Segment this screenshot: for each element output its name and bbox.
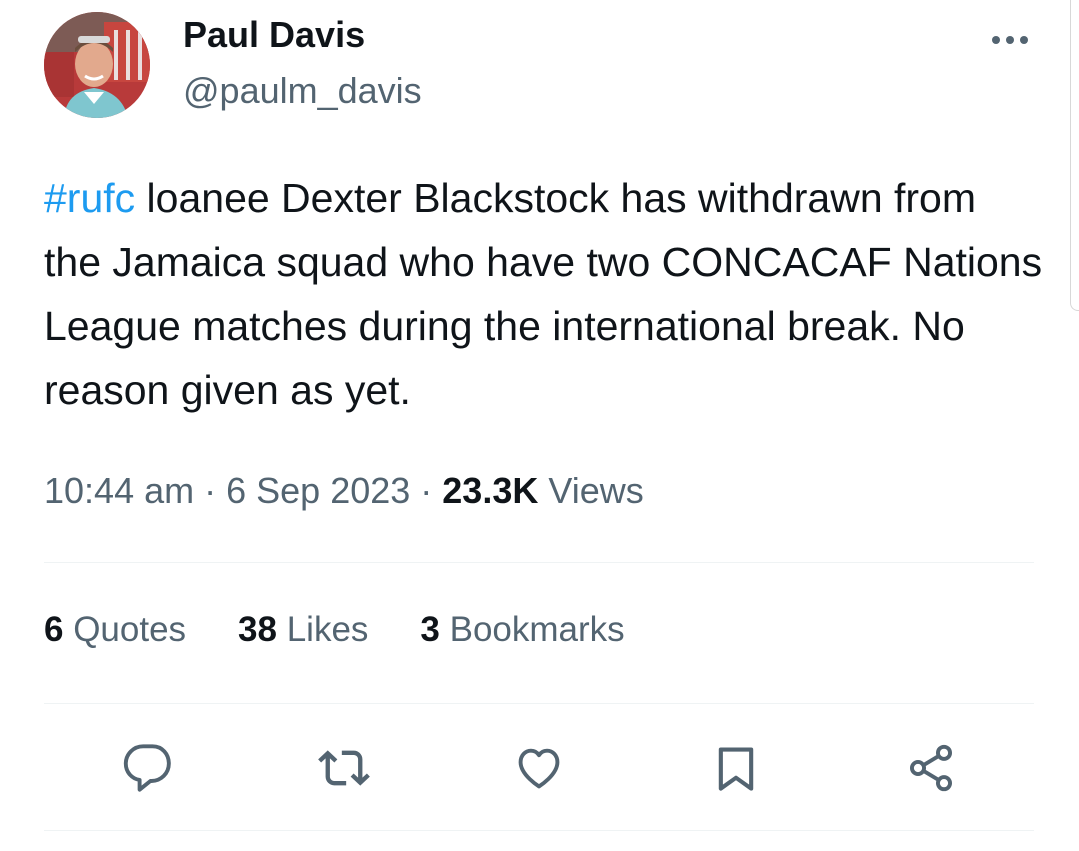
likes-label: Likes xyxy=(276,610,369,649)
tweet-card: Paul Davis @paulm_davis #rufc loanee Dex… xyxy=(0,0,1079,851)
quotes-count: 6 xyxy=(44,610,64,649)
likes-stat[interactable]: 38 Likes xyxy=(238,610,368,650)
quotes-label: Quotes xyxy=(63,610,187,649)
like-icon xyxy=(518,748,560,789)
avatar[interactable] xyxy=(44,12,150,118)
views-label: Views xyxy=(538,470,644,511)
bookmarks-stat[interactable]: 3 Bookmarks xyxy=(420,610,624,650)
retweet-icon xyxy=(318,750,370,786)
reply-button[interactable] xyxy=(120,740,176,796)
engagement-stats: 6 Quotes 38 Likes 3 Bookmarks xyxy=(44,610,677,650)
tweet-body: loanee Dexter Blackstock has withdrawn f… xyxy=(44,175,1043,413)
likes-count: 38 xyxy=(238,610,277,649)
tweet-date[interactable]: 6 Sep 2023 xyxy=(226,470,410,511)
action-bar xyxy=(0,740,1079,796)
author-handle[interactable]: @paulm_davis xyxy=(183,70,422,112)
views-count: 23.3K xyxy=(442,470,539,511)
divider xyxy=(44,830,1034,831)
share-icon xyxy=(909,744,953,792)
avatar-image xyxy=(44,12,150,118)
scrollbar[interactable] xyxy=(1070,0,1079,311)
tweet-text: #rufc loanee Dexter Blackstock has withd… xyxy=(44,166,1044,422)
bookmarks-count: 3 xyxy=(420,610,440,649)
like-button[interactable] xyxy=(511,740,567,796)
divider xyxy=(44,703,1034,704)
tweet-time[interactable]: 10:44 am xyxy=(44,470,194,511)
divider xyxy=(44,562,1034,563)
reply-icon xyxy=(123,744,171,792)
meta-separator: · xyxy=(194,470,227,511)
retweet-button[interactable] xyxy=(316,740,372,796)
bookmark-icon xyxy=(718,747,754,791)
author-display-name[interactable]: Paul Davis xyxy=(183,14,365,56)
hashtag-link[interactable]: #rufc xyxy=(44,175,135,221)
meta-separator: · xyxy=(410,470,443,511)
quotes-stat[interactable]: 6 Quotes xyxy=(44,610,186,650)
more-dots-icon xyxy=(992,36,1028,44)
tweet-meta: 10:44 am · 6 Sep 2023 · 23.3K Views xyxy=(44,470,644,512)
bookmark-button[interactable] xyxy=(708,740,764,796)
share-button[interactable] xyxy=(903,740,959,796)
bookmarks-label: Bookmarks xyxy=(439,610,625,649)
more-options-button[interactable] xyxy=(985,22,1035,58)
